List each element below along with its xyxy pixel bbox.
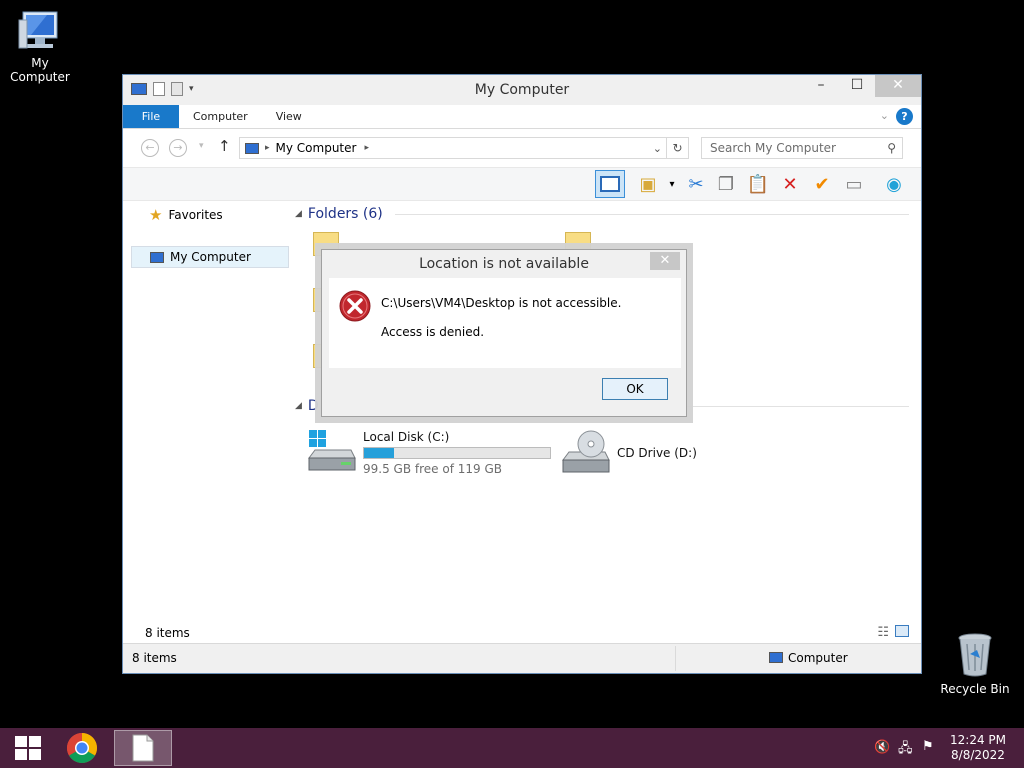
drive-free-space: 99.5 GB free of 119 GB bbox=[363, 462, 502, 476]
cut-icon[interactable]: ✂ bbox=[683, 172, 709, 198]
folders-header-label: Folders (6) bbox=[307, 206, 383, 222]
nav-item-label: My Computer bbox=[170, 250, 251, 264]
disk-usage-bar bbox=[363, 447, 551, 459]
forward-button[interactable]: → bbox=[169, 139, 187, 157]
clock-time: 12:24 PM bbox=[950, 733, 1006, 747]
computer-icon bbox=[245, 142, 259, 154]
drive-d[interactable]: CD Drive (D:) bbox=[561, 430, 697, 476]
network-icon[interactable]: 🖧 bbox=[898, 739, 913, 761]
dialog-body: C:\Users\VM4\Desktop is not accessible. … bbox=[329, 278, 681, 368]
paste-icon[interactable]: 📋 bbox=[745, 172, 771, 198]
desktop-icon-label: Recycle Bin bbox=[940, 682, 1010, 696]
volume-muted-icon[interactable]: 🔇 bbox=[874, 740, 890, 755]
tab-file[interactable]: File bbox=[123, 105, 179, 128]
refresh-icon[interactable]: ↻ bbox=[666, 138, 688, 158]
item-count: 8 items bbox=[145, 626, 190, 640]
error-icon bbox=[339, 290, 371, 322]
title-bar: ▾ My Computer – ☐ ✕ bbox=[123, 75, 921, 105]
cd-drive-icon bbox=[562, 430, 610, 473]
minimize-button[interactable]: – bbox=[803, 75, 839, 97]
star-icon: ★ bbox=[149, 206, 163, 224]
ribbon-tabs: File Computer View ⌄ ? bbox=[123, 105, 921, 129]
tab-computer[interactable]: Computer bbox=[179, 105, 262, 128]
ok-button[interactable]: OK bbox=[602, 378, 668, 400]
search-placeholder: Search My Computer bbox=[710, 141, 836, 155]
close-button[interactable]: ✕ bbox=[875, 75, 921, 97]
large-icons-view-icon[interactable] bbox=[895, 625, 909, 637]
drive-label: CD Drive (D:) bbox=[617, 446, 697, 460]
nav-item-my-computer[interactable]: My Computer bbox=[131, 246, 289, 268]
computer-icon bbox=[769, 652, 783, 663]
clock-date: 8/8/2022 bbox=[951, 748, 1005, 762]
document-icon bbox=[132, 734, 154, 762]
recycle-bin-icon bbox=[958, 633, 992, 677]
chevron-down-icon[interactable]: ▾ bbox=[659, 172, 685, 198]
expand-ribbon-icon[interactable]: ⌄ bbox=[880, 109, 889, 122]
hard-drive-icon bbox=[308, 430, 356, 471]
dialog-detail: Access is denied. bbox=[381, 325, 485, 339]
toolbar: ▣ ▾ ✂ ❐ 📋 ✕ ✔ ▭ ◉ bbox=[123, 167, 921, 201]
collapse-icon[interactable]: ◢ bbox=[295, 401, 302, 411]
details-view-icon[interactable]: ☷ bbox=[877, 625, 889, 640]
maximize-button[interactable]: ☐ bbox=[839, 75, 875, 97]
back-button[interactable]: ← bbox=[141, 139, 159, 157]
breadcrumb-chevron-icon: ▸ bbox=[265, 143, 270, 153]
collapse-icon[interactable]: ◢ bbox=[295, 209, 302, 219]
check-folder-icon[interactable]: ▣ bbox=[635, 172, 661, 198]
copy-icon[interactable]: ❐ bbox=[713, 172, 739, 198]
taskbar-file-explorer[interactable] bbox=[114, 730, 172, 766]
delete-icon[interactable]: ✕ bbox=[777, 172, 803, 198]
taskbar: 🔇 🖧 ⚑ 12:24 PM 8/8/2022 bbox=[0, 728, 1024, 768]
status-location: Computer bbox=[788, 651, 848, 665]
window-title: My Computer bbox=[474, 82, 570, 98]
drive-label: Local Disk (C:) bbox=[363, 430, 450, 444]
dialog-title-text: Location is not available bbox=[419, 256, 589, 272]
help-icon[interactable]: ? bbox=[896, 108, 913, 125]
chrome-icon bbox=[66, 733, 98, 764]
up-arrow-icon[interactable]: ↑ bbox=[218, 137, 231, 155]
start-button[interactable] bbox=[0, 730, 56, 766]
error-dialog: Location is not available ✕ C:\Users\VM4… bbox=[321, 249, 687, 417]
devices-header-label: D bbox=[307, 398, 319, 414]
action-center-flag-icon[interactable]: ⚑ bbox=[922, 739, 934, 754]
desktop-icon-my-computer[interactable]: My Computer bbox=[0, 10, 80, 84]
computer-icon bbox=[150, 251, 164, 263]
drive-c[interactable]: Local Disk (C:) 99.5 GB free of 119 GB bbox=[307, 430, 551, 476]
disk-usage-fill bbox=[364, 448, 394, 458]
dialog-title: Location is not available ✕ bbox=[322, 250, 686, 278]
dialog-close-button[interactable]: ✕ bbox=[650, 252, 680, 270]
status-bar: 8 items Computer bbox=[123, 643, 921, 673]
computer-icon bbox=[18, 11, 58, 49]
search-icon[interactable]: ⚲ bbox=[887, 138, 896, 158]
search-input[interactable]: Search My Computer ⚲ bbox=[701, 137, 903, 159]
address-row: ← → ▾ ↑ ▸ My Computer ▸ ⌄ ↻ Search My Co… bbox=[123, 129, 921, 167]
breadcrumb-chevron-icon[interactable]: ▸ bbox=[364, 143, 369, 153]
checkmark-icon[interactable]: ✔ bbox=[809, 172, 835, 198]
navigation-pane: ★ Favorites My Computer bbox=[131, 202, 289, 268]
taskbar-chrome[interactable] bbox=[54, 730, 110, 766]
windows-logo-icon bbox=[15, 736, 41, 760]
rename-icon[interactable]: ▭ bbox=[841, 172, 867, 198]
nav-item-favorites[interactable]: ★ Favorites bbox=[131, 204, 289, 226]
address-bar[interactable]: ▸ My Computer ▸ ⌄ ↻ bbox=[239, 137, 689, 159]
recent-locations-icon[interactable]: ▾ bbox=[199, 141, 204, 151]
taskbar-clock[interactable]: 12:24 PM 8/8/2022 bbox=[950, 733, 1006, 763]
address-dropdown-icon[interactable]: ⌄ bbox=[653, 142, 662, 155]
breadcrumb-my-computer[interactable]: My Computer bbox=[276, 141, 357, 155]
tab-view[interactable]: View bbox=[262, 105, 316, 128]
nav-item-label: Favorites bbox=[168, 208, 223, 222]
desktop-icon-recycle-bin[interactable]: Recycle Bin bbox=[935, 632, 1015, 696]
preview-pane-button[interactable] bbox=[595, 170, 625, 198]
dialog-message: C:\Users\VM4\Desktop is not accessible. bbox=[381, 296, 622, 310]
network-globe-icon[interactable]: ◉ bbox=[881, 172, 907, 198]
status-item-count: 8 items bbox=[132, 651, 177, 665]
folders-group-header[interactable]: ◢ Folders (6) bbox=[295, 206, 909, 222]
desktop-icon-label: My Computer bbox=[10, 56, 70, 84]
